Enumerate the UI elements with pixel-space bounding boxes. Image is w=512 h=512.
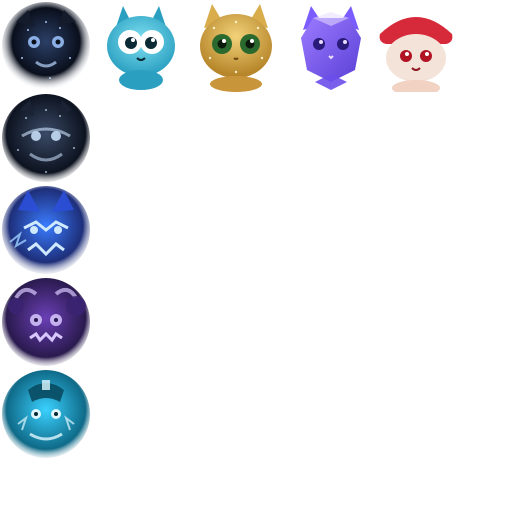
blue-lightning-dragon-avatar <box>0 184 92 276</box>
purple-demon-avatar <box>0 276 92 368</box>
ice-warrior-avatar <box>0 368 92 460</box>
golden-cat-avatar <box>190 0 282 92</box>
dark-starry-beast-avatar <box>0 0 92 92</box>
sprite-sheet <box>0 0 512 512</box>
red-hat-cat-avatar <box>370 0 462 92</box>
purple-crystal-cat-avatar <box>285 0 377 92</box>
dark-galaxy-dragon-avatar <box>0 92 92 184</box>
cyan-cat-avatar <box>95 0 187 92</box>
